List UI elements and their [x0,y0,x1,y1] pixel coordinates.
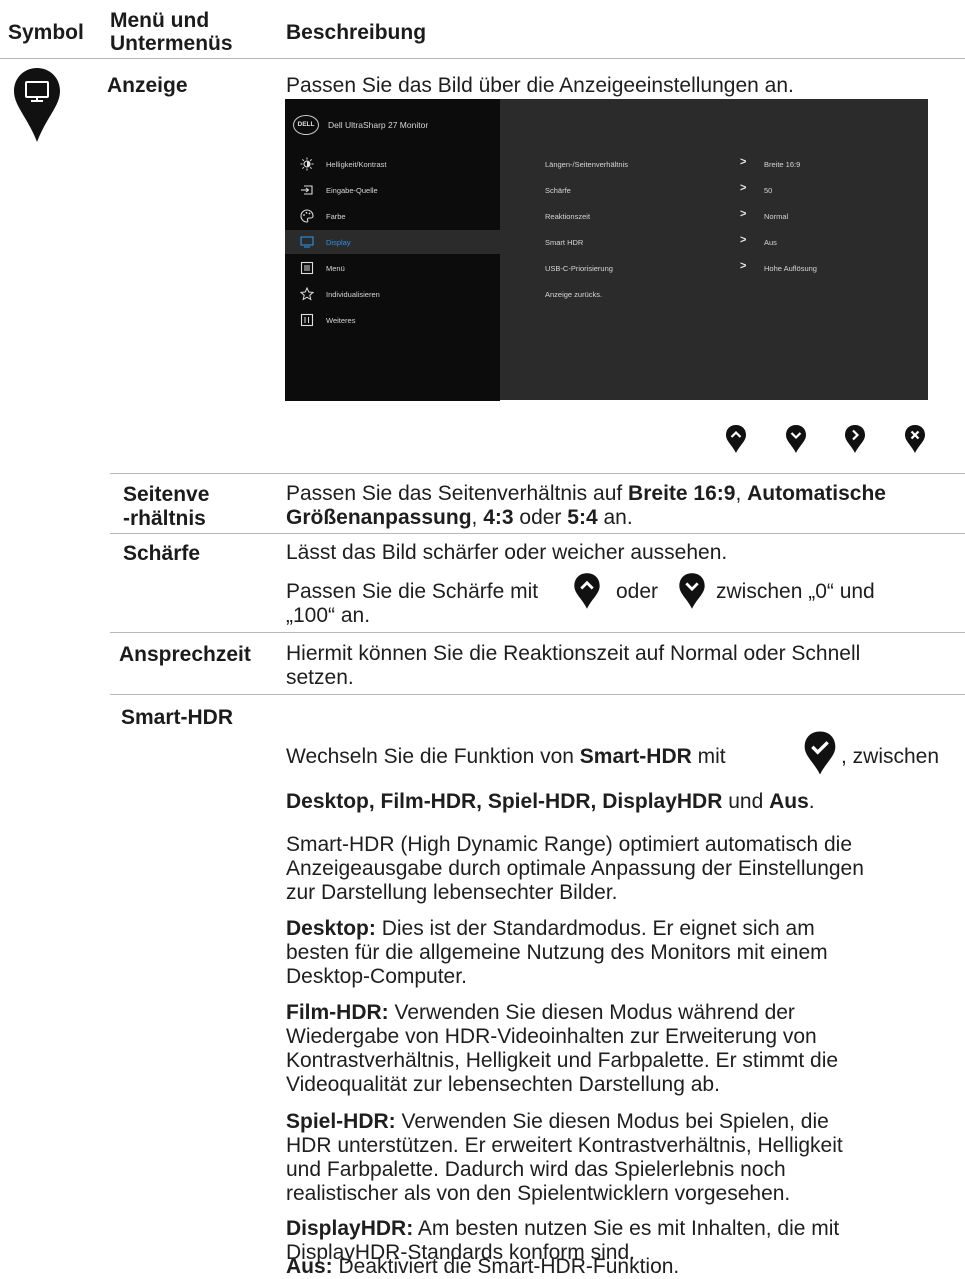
palette-icon [300,209,314,223]
down-icon [679,573,705,609]
aspect-desc-line2: Größenanpassung, 4:3 oder 5:4 an. [286,506,633,529]
aspect-desc-line1: Passen Sie das Seitenverhältnis auf Brei… [286,482,886,505]
input-icon [301,185,313,195]
smarthdr-aus: Aus: Deaktiviert die Smart-HDR-Funktion. [286,1255,680,1278]
header-menu-line1: Menü und [110,9,210,32]
chevron-right-icon: > [740,156,747,168]
brightness-icon [300,157,314,171]
smarthdr-para: Smart-HDR (High Dynamic Range) optimiert… [286,833,864,904]
row-divider [110,632,965,633]
chevron-right-icon: > [740,260,747,272]
monitor-icon [14,68,60,142]
chevron-right-icon: > [740,208,747,220]
osd-setting-value: Aus [764,238,777,247]
sharpness-desc-or: oder [616,580,659,603]
response-desc-1: Hiermit können Sie die Reaktionszeit auf… [286,642,861,665]
up-icon [574,573,600,609]
osd-setting-value: Breite 16:9 [764,160,801,169]
close-icon [905,425,925,453]
osd-menu-item: Helligkeit/Kontrast [326,160,387,169]
row-divider [110,694,965,695]
osd-setting-label: Anzeige zurücks. [545,290,603,299]
aspect-label-line1: Seitenve [123,483,210,506]
info-icon [300,313,314,327]
osd-right-panel [500,99,928,400]
smarthdr-desktop: Desktop: Dies ist der Standardmodus. Er … [286,917,828,988]
aspect-label-line2: -rhältnis [123,507,206,530]
chevron-right-icon: > [740,234,747,246]
sharpness-desc-1: Lässt das Bild schärfer oder weicher aus… [286,541,728,564]
osd-menu-item-selected: Display [326,238,351,247]
chevron-right-icon: > [740,182,747,194]
osd-selected-row [285,230,500,254]
sharpness-desc-2: Passen Sie die Schärfe mit [286,580,539,603]
up-icon [726,425,746,453]
main-menu-label: Anzeige [107,74,188,97]
header-description: Beschreibung [286,21,427,44]
osd-menu-item: Weiteres [326,316,356,325]
osd-title: Dell UltraSharp 27 Monitor [328,120,429,130]
osd-setting-label: Reaktionszeit [545,212,591,221]
row-divider [110,533,965,534]
osd-setting-value: Normal [764,212,789,221]
star-icon [300,287,314,301]
check-icon [804,731,836,775]
header-symbol: Symbol [8,21,84,44]
response-desc-2: setzen. [286,666,354,689]
osd-setting-value: 50 [764,186,773,195]
row-divider [110,473,965,474]
osd-menu-item: Farbe [326,212,346,221]
header-divider [0,58,965,59]
osd-setting-label: Smart HDR [545,238,584,247]
osd-setting-label: Schärfe [545,186,571,195]
dell-logo: DELL [293,115,319,135]
osd-setting-label: Längen-/Seitenverhältnis [545,160,628,169]
smarthdr-line1: Wechseln Sie die Funktion von Smart-HDR … [286,745,726,768]
osd-menu-item: Menü [326,264,345,273]
main-menu-intro: Passen Sie das Bild über die Anzeigeeins… [286,74,794,97]
smarthdr-label: Smart-HDR [121,706,234,729]
sharpness-desc-range: zwischen „0“ und [716,580,875,603]
osd-setting-label: USB-C-Priorisierung [545,264,613,273]
smarthdr-film: Film-HDR: Verwenden Sie diesen Modus wäh… [286,1001,839,1096]
down-icon [786,425,806,453]
smarthdr-line1-end: , zwischen [841,745,940,768]
menu-icon [300,261,314,275]
sharpness-label: Schärfe [123,542,201,565]
osd-menu-item: Individualisieren [326,290,380,299]
response-label: Ansprechzeit [119,643,251,666]
smarthdr-spiel: Spiel-HDR: Verwenden Sie diesen Modus be… [286,1110,843,1205]
sharpness-desc-3: „100“ an. [286,604,371,627]
osd-menu-item: Eingabe-Quelle [326,186,378,195]
osd-setting-value: Hohe Auflösung [764,264,817,273]
header-menu-line2: Untermenüs [110,32,233,55]
display-icon [300,236,314,248]
smarthdr-line2: Desktop, Film-HDR, Spiel-HDR, DisplayHDR… [286,790,815,813]
right-icon [845,425,865,453]
